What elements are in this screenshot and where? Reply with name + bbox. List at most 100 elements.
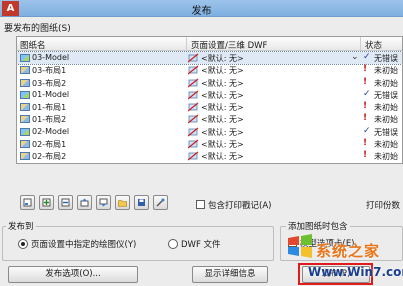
sheet-name: 02-布局2 <box>32 152 67 162</box>
include-plot-stamp-label: 包含打印戳记(A) <box>208 201 272 211</box>
publish-to-plotter-label: 页面设置中指定的绘图仪(Y) <box>31 240 137 250</box>
move-down-button[interactable] <box>96 195 111 210</box>
sheet-row[interactable]: 01-Model <默认: 无> ✓ 无错误 <box>17 89 402 101</box>
model-space-icon <box>20 54 30 62</box>
sheets-to-publish-label: 要发布的图纸(S) <box>4 24 71 34</box>
load-list-icon <box>118 200 127 207</box>
sheet-row[interactable]: 01-布局1 <默认: 无>! 未初始 <box>17 101 402 113</box>
sheet-name: 03-布局1 <box>32 66 67 76</box>
page-setup-value[interactable]: <默认: 无> <box>201 102 244 113</box>
page-setup-icon <box>188 151 199 161</box>
status-warning-icon: ! <box>363 76 368 87</box>
publish-options-button[interactable]: 发布选项(O)... <box>8 266 138 283</box>
page-setup-icon <box>188 53 199 63</box>
copies-label: 打印份数 <box>366 201 401 211</box>
layout-sheet-icon <box>20 115 30 124</box>
save-list-icon <box>138 199 145 206</box>
title-bar[interactable]: A 发布 <box>0 0 403 17</box>
page-setup-value[interactable]: <默认: 无> <box>201 151 244 162</box>
include-plot-stamp-checkbox[interactable] <box>196 200 205 209</box>
remove-sheets-icon <box>61 198 70 207</box>
sheet-name: 03-Model <box>32 53 70 62</box>
page-setup-icon <box>188 90 199 100</box>
move-down-icon <box>99 198 108 207</box>
column-sheet-name[interactable]: 图纸名 <box>20 39 46 51</box>
list-header: 图纸名 页面设置/三维 DWF 状态 <box>17 37 402 51</box>
status-warning-icon: ! <box>363 113 368 124</box>
show-details-button[interactable]: 显示详细信息 <box>192 266 268 283</box>
sheet-name: 03-布局2 <box>32 78 67 88</box>
sheet-row[interactable]: 03-Model <默认: 无> ⌄ ✓ 无错误 <box>17 50 402 66</box>
load-sheet-list-button[interactable] <box>115 195 130 210</box>
page-setup-icon <box>188 115 199 124</box>
column-separator[interactable] <box>186 37 187 51</box>
status-warning-icon: ! <box>363 150 368 161</box>
publish-to-dwf-radio[interactable] <box>168 239 178 249</box>
sheet-row[interactable]: 01-布局2 <默认: 无>! 未初始 <box>17 113 402 125</box>
page-setup-value[interactable]: <默认: 无> <box>201 127 244 138</box>
sheet-name: 01-Model <box>32 89 70 99</box>
sheet-name: 02-布局1 <box>32 140 67 150</box>
move-up-button[interactable] <box>77 195 92 210</box>
sheet-row[interactable]: 02-Model <默认: 无> ✓ 无错误 <box>17 125 402 138</box>
layout-sheet-icon <box>20 152 30 161</box>
publish-to-plotter-radio[interactable] <box>18 239 28 249</box>
sheet-status: 未初始 <box>374 140 398 150</box>
sheet-name: 01-布局2 <box>32 115 67 125</box>
page-setup-value[interactable]: <默认: 无> <box>201 65 244 76</box>
sheet-status: 未初始 <box>374 103 398 113</box>
sheet-status: 未初始 <box>374 152 398 162</box>
page-setup-dropdown-arrow-icon[interactable]: ⌄ <box>351 52 359 62</box>
page-setup-value[interactable]: <默认: 无> <box>201 78 244 89</box>
status-warning-icon: ! <box>363 101 368 112</box>
publish-to-label: 发布到 <box>6 220 36 232</box>
layout-sheet-icon <box>20 103 30 112</box>
status-warning-icon: ! <box>363 138 368 149</box>
sheet-row[interactable]: 02-布局2 <默认: 无>! 未初始 <box>17 150 402 162</box>
model-space-icon <box>20 127 30 136</box>
sheet-row[interactable]: 03-布局2 <默认: 无>! 未初始 <box>17 76 402 89</box>
page-setup-icon <box>188 78 199 88</box>
column-page-setup[interactable]: 页面设置/三维 DWF <box>191 39 267 51</box>
model-space-icon <box>20 90 30 99</box>
page-setup-icon <box>188 139 199 149</box>
sheet-name: 01-布局1 <box>32 103 67 113</box>
page-setup-icon <box>188 102 199 112</box>
status-ok-icon: ✓ <box>363 52 371 62</box>
preview-sheet-icon <box>23 198 32 207</box>
window-title: 发布 <box>191 6 212 17</box>
sheet-status: 无错误 <box>374 127 398 137</box>
layout-sheet-icon <box>20 78 30 87</box>
status-warning-icon: ! <box>363 64 368 75</box>
column-status[interactable]: 状态 <box>365 39 382 51</box>
sheet-status: 未初始 <box>374 115 398 125</box>
remove-sheets-button[interactable] <box>58 195 73 210</box>
sheet-status: 无错误 <box>374 54 398 63</box>
sheet-list[interactable]: 图纸名 页面设置/三维 DWF 状态 03-Model <默认: 无> ⌄ ✓ 无错误 0… <box>16 36 403 164</box>
page-setup-value[interactable]: <默认: 无> <box>201 53 244 64</box>
add-sheets-icon <box>42 198 51 207</box>
watermark-url: Www.Win7.com <box>308 265 403 279</box>
page-setup-icon <box>188 65 199 75</box>
publish-to-dwf-label: DWF 文件 <box>181 240 221 250</box>
sheet-status: 未初始 <box>374 66 398 76</box>
add-sheets-button[interactable] <box>39 195 54 210</box>
sheet-row[interactable]: 02-布局1 <默认: 无>! 未初始 <box>17 138 402 150</box>
site-watermark: 系统之家 Www.Win7.com <box>282 226 403 286</box>
plot-stamp-settings-icon <box>156 198 165 207</box>
column-separator[interactable] <box>360 37 361 51</box>
sheet-status: 无错误 <box>374 90 398 100</box>
sheet-name: 02-Model <box>32 126 70 136</box>
sheet-rows: 03-Model <默认: 无> ⌄ ✓ 无错误 03-布局1 <默认: 无>! 未初始 03-… <box>17 50 402 163</box>
preview-sheet-button[interactable] <box>20 195 35 210</box>
status-ok-icon: ✓ <box>363 125 371 136</box>
page-setup-value[interactable]: <默认: 无> <box>201 114 244 125</box>
save-sheet-list-button[interactable] <box>134 195 149 210</box>
page-setup-value[interactable]: <默认: 无> <box>201 90 244 101</box>
page-setup-icon <box>188 127 199 137</box>
plot-stamp-settings-button[interactable] <box>153 195 168 210</box>
layout-sheet-icon <box>20 140 30 149</box>
sheet-row[interactable]: 03-布局1 <默认: 无>! 未初始 <box>17 64 402 76</box>
layout-sheet-icon <box>20 66 30 75</box>
page-setup-value[interactable]: <默认: 无> <box>201 139 244 150</box>
